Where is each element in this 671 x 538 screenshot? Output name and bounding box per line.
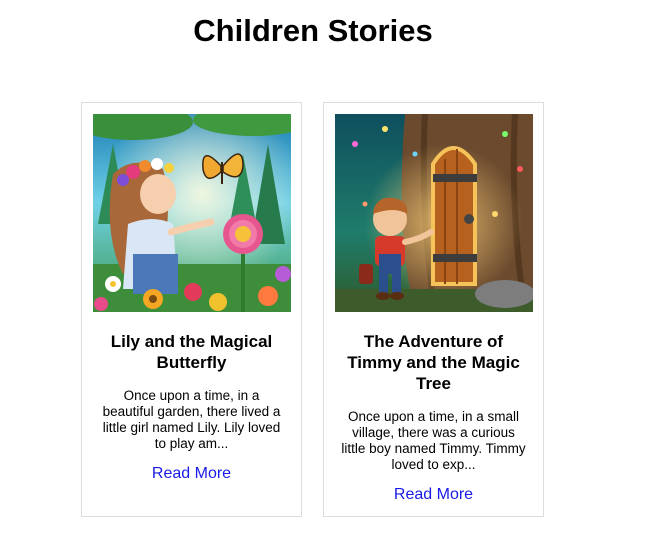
story-title: Lily and the Magical Butterfly [110,332,273,372]
read-more-link[interactable]: Read More [394,486,473,504]
garden-illustration [93,114,291,312]
magic-tree-illustration [335,114,533,312]
story-card: The Adventure of Timmy and the Magic Tre… [323,102,544,517]
story-excerpt: Once upon a time, in a small village, th… [341,409,526,472]
story-title: The Adventure of Timmy and the Magic Tre… [347,332,520,393]
story-image-lily[interactable] [93,114,291,312]
read-more-link[interactable]: Read More [152,465,231,483]
story-excerpt: Once upon a time, in a beautiful garden,… [102,388,281,451]
page-title: Children Stories [193,13,433,48]
story-card: Lily and the Magical Butterfly Once upon… [81,102,302,517]
story-image-timmy[interactable] [335,114,533,312]
